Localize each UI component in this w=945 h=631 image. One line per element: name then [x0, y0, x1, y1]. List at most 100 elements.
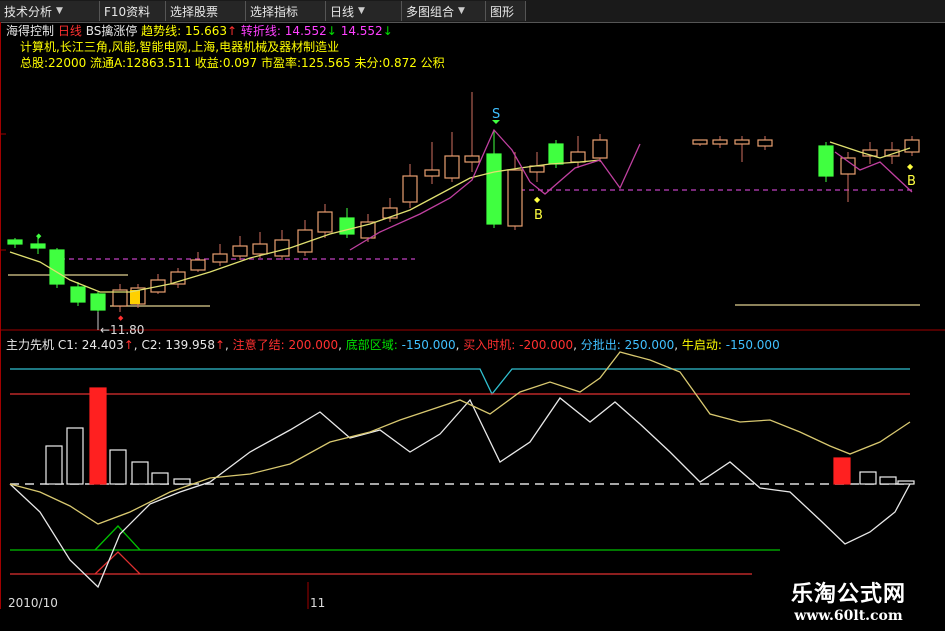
buy-time-value: -200.000: [519, 338, 574, 352]
c1-arrow: ↑: [123, 338, 134, 352]
indicator-name: BS擒涨停: [85, 24, 138, 38]
chevron-down-icon: ▼: [358, 6, 365, 16]
histogram-bar: [833, 457, 851, 485]
toolbar-button-label: 日线: [330, 4, 355, 19]
toolbar-button-2[interactable]: 选择股票: [166, 1, 246, 21]
buy-time-peak: [94, 551, 141, 575]
diamond-icon: ◆: [907, 162, 914, 171]
candle-body: [70, 286, 86, 303]
candle-body: [692, 139, 708, 145]
period-label: 日线: [57, 24, 82, 38]
candle-body: [424, 169, 440, 177]
candle-body: [252, 243, 268, 255]
concept-line: 计算机,长江三角,风能,智能电网,上海,电器机械及器材制造业: [20, 40, 340, 54]
candle-body: [548, 143, 564, 165]
oscillator-header: 主力先机 C1: 24.403↑, C2: 139.958↑, 注意了结: 20…: [6, 338, 780, 352]
bull-start-peak: [94, 525, 141, 551]
sell-marker: S: [492, 107, 500, 122]
candle-body: [7, 239, 23, 245]
histogram-bar: [109, 449, 127, 485]
candle-body: [592, 139, 608, 159]
turn-arrow-2: ↓: [382, 24, 393, 38]
candle-body: [904, 139, 920, 153]
stock-name: 海得控制: [6, 24, 55, 38]
histogram-bar: [89, 387, 107, 485]
chevron-down-icon: ▼: [458, 6, 465, 16]
oscillator-name: 主力先机: [6, 338, 55, 352]
bottom-zone-value: -150.000: [401, 338, 456, 352]
histogram-bar: [173, 478, 191, 485]
x-axis-date-left: 2010/10: [8, 596, 58, 609]
candle-body: [818, 145, 834, 177]
candle-body: [190, 259, 206, 271]
stats-line: 总股:22000 流通A:12863.511 收益:0.097 市盈率:125.…: [20, 56, 445, 70]
bottom-zone-label: 底部区域:: [345, 338, 398, 352]
watermark: 乐淘公式网 www.60lt.com: [752, 570, 945, 631]
candle-body: [444, 155, 460, 179]
toolbar-button-1[interactable]: F10资料: [100, 1, 166, 21]
histogram-bar: [131, 461, 149, 485]
bull-start-label: 牛启动:: [681, 338, 722, 352]
c1-label: C1:: [57, 338, 78, 352]
histogram-bar: [45, 445, 63, 485]
toolbar-button-0[interactable]: 技术分析 ▼: [0, 1, 100, 21]
candle-body: [712, 139, 728, 145]
candle-body: [570, 151, 586, 163]
turn-label: 转折线:: [240, 24, 281, 38]
candle-body: [212, 253, 228, 263]
toolbar-button-6[interactable]: 图形: [486, 1, 526, 21]
attention-label: 注意了结:: [232, 338, 285, 352]
bull-start-value: -150.000: [725, 338, 780, 352]
candle-body: [757, 139, 773, 147]
candle-body: [464, 155, 480, 163]
c2-value: 139.958: [165, 338, 215, 352]
toolbar-button-4[interactable]: 日线 ▼: [326, 1, 402, 21]
turn-value-2: 14.552: [340, 24, 383, 38]
turn-arrow: ↓: [326, 24, 337, 38]
trend-arrow: ↑: [227, 24, 238, 38]
candle-body: [507, 169, 523, 227]
histogram-bar: [151, 472, 169, 485]
turn-value: 14.552: [284, 24, 327, 38]
toolbar-button-label: 图形: [490, 4, 515, 19]
distribute-line: [10, 368, 910, 396]
toolbar-button-5[interactable]: 多图组合 ▼: [402, 1, 486, 21]
toolbar-button-3[interactable]: 选择指标: [246, 1, 326, 21]
candle-body: [734, 139, 750, 145]
candle-body: [49, 249, 65, 285]
candle-body: [30, 243, 46, 249]
histogram-bar: [897, 480, 915, 485]
distribute-label: 分批出:: [580, 338, 621, 352]
x-axis-date-right: 11: [310, 596, 325, 609]
toolbar-button-label: 选择股票: [170, 4, 219, 19]
buy-marker: B: [907, 174, 916, 189]
stock-header: 海得控制 日线 BS擒涨停 趋势线: 15.663↑ 转折线: 14.552↓ …: [6, 24, 393, 38]
diamond-icon: ◆: [534, 195, 541, 204]
low-price-label: ←11.80: [100, 323, 144, 337]
candle-body: [840, 157, 856, 175]
attention-value: 200.000: [288, 338, 339, 352]
candle-body: [486, 153, 502, 225]
toolbar-button-label: 多图组合: [406, 4, 455, 19]
candle-body: [402, 175, 418, 203]
distribute-value: 250.000: [624, 338, 675, 352]
trend-value: 15.663: [185, 24, 228, 38]
histogram-bar: [879, 476, 897, 485]
c2-line: [9, 351, 911, 525]
buy-time-label: 买入时机:: [463, 338, 516, 352]
buy-marker: B: [534, 208, 543, 223]
histogram-bar: [66, 427, 84, 485]
candle-body: [232, 245, 248, 257]
trend-label: 趋势线:: [141, 24, 182, 38]
candle-body: [317, 211, 333, 233]
toolbar-button-label: 选择指标: [250, 4, 299, 19]
chevron-down-icon: ▼: [56, 6, 63, 16]
c2-arrow: ↑: [214, 338, 226, 352]
c1-line: [9, 397, 911, 589]
histogram-bar: [859, 471, 877, 485]
toolbar-button-label: 技术分析: [4, 4, 53, 19]
candle-body: [274, 239, 290, 257]
toolbar-button-label: F10资料: [104, 4, 151, 19]
diamond-icon: ◆: [36, 232, 42, 240]
watermark-title: 乐淘公式网: [790, 582, 906, 607]
